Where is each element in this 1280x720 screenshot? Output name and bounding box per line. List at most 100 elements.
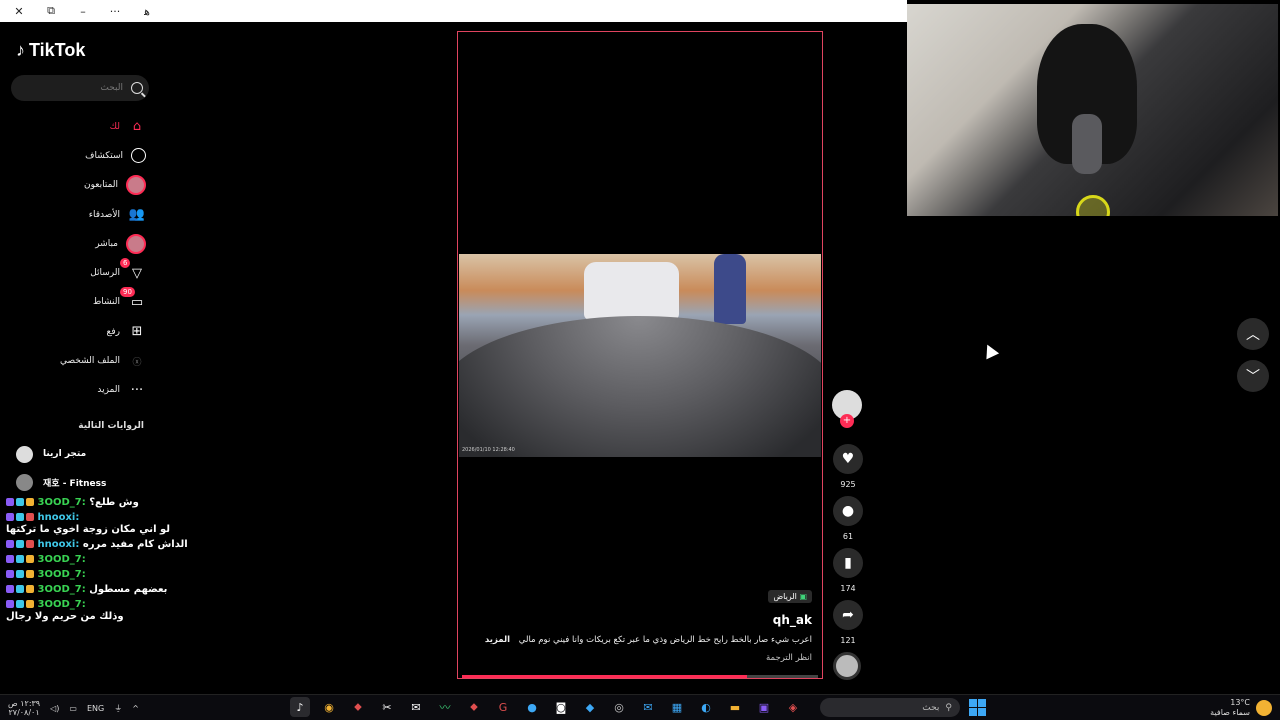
video-caption: اعرب شيء صار بالخط رايح خط الرياض وذي ما… xyxy=(467,635,812,645)
upload-icon: ⊞ xyxy=(131,324,143,340)
reader-icon[interactable]: ﻫ xyxy=(138,5,156,18)
stream-chat-overlay: 3OOD_7: وش طلع؟ hnooxi: لو اني مكان زوجة… xyxy=(6,497,206,626)
minimize-icon[interactable]: – xyxy=(74,5,92,18)
restore-icon[interactable]: ⧉ xyxy=(42,4,60,18)
bookmark-icon[interactable]: ▮ xyxy=(833,548,863,578)
video-person xyxy=(714,254,746,324)
comment-icon[interactable]: ● xyxy=(833,496,863,526)
chat-username: 3OOD_7: xyxy=(37,497,86,508)
chrome-icon[interactable]: ◉ xyxy=(319,697,339,717)
share-action[interactable]: ➦ 121 xyxy=(832,600,864,645)
close-icon[interactable]: ✕ xyxy=(10,5,28,18)
tray-chevron-up-icon[interactable]: ^ xyxy=(132,704,139,713)
mic-icon[interactable]: ⏚ xyxy=(114,703,122,714)
comment-count: 61 xyxy=(842,532,854,541)
search-placeholder: البحث xyxy=(100,83,123,93)
action-column: + ♥ 925 ● 61 ▮ 174 ➦ 121 xyxy=(832,390,864,680)
nav-item-following[interactable]: المتابعون xyxy=(0,171,146,200)
outlook-icon[interactable]: ✉ xyxy=(638,697,658,717)
nav-item-friends[interactable]: الأصدقاء 👥 xyxy=(0,200,146,229)
following-account[interactable]: متجر ارينا xyxy=(16,444,156,464)
friends-icon: 👥 xyxy=(128,207,146,223)
nav-item-explore[interactable]: استكشاف xyxy=(0,141,146,170)
nav-item-messages[interactable]: الرسائل ▽ 6 xyxy=(0,258,146,287)
window-titlebar: ✕ ⧉ – ··· ﻫ xyxy=(0,0,907,22)
clock-time: ١٢:٣٩ ص xyxy=(8,699,41,708)
save-action[interactable]: ▮ 174 xyxy=(832,548,864,593)
nav-item-for-you[interactable]: لك ⌂ xyxy=(0,112,146,141)
tiktok-note-icon: ♪ xyxy=(16,40,25,60)
chat-text: وش طلع؟ xyxy=(89,497,139,508)
more-icon: ··· xyxy=(130,382,144,398)
teams-icon[interactable]: ▣ xyxy=(754,697,774,717)
location-label: الرياض xyxy=(773,592,797,601)
google-icon[interactable]: G xyxy=(493,697,513,717)
capcut-icon[interactable]: ✂ xyxy=(377,697,397,717)
nav-item-activity[interactable]: النشاط ▭ 90 xyxy=(0,287,146,317)
location-pin-icon: ▣ xyxy=(799,592,807,601)
see-translation-link[interactable]: انظر الترجمة xyxy=(766,653,812,663)
following-account[interactable]: 재호 - Fitness xyxy=(16,472,156,492)
home-icon: ⌂ xyxy=(132,119,142,135)
comment-action[interactable]: ● 61 xyxy=(832,496,864,541)
chat-text: بعضهم مسطول xyxy=(89,584,168,595)
copilot-icon[interactable]: ◈ xyxy=(783,697,803,717)
chat-app-icon[interactable]: ● xyxy=(522,697,542,717)
video-car xyxy=(584,262,679,320)
nav-item-more[interactable]: المزيد ··· xyxy=(0,376,146,405)
tiktok-logo[interactable]: ♪ TikTok xyxy=(16,40,85,61)
share-icon[interactable]: ➦ xyxy=(833,600,863,630)
chat-message: 3OOD_7: xyxy=(6,554,206,566)
chat-badges xyxy=(6,513,34,521)
network-icon[interactable]: ▭ xyxy=(69,704,77,713)
following-section-title: الروايات التالية xyxy=(78,421,144,431)
caption-more-button[interactable]: المزيد xyxy=(485,635,510,645)
creator-avatar[interactable]: + xyxy=(832,390,862,428)
clock[interactable]: ١٢:٣٩ ص ٢٧/٠٨/٠١ xyxy=(8,699,40,717)
account-avatar xyxy=(16,473,33,491)
follow-plus-icon[interactable]: + xyxy=(840,414,854,428)
pinned-apps: ♪ ◉ ⬥ ✂ ✉ 〰 ⬥ G ● ◙ ◆ ◎ ✉ ▦ ◐ ▬ ▣ ◈ xyxy=(290,697,803,717)
start-button[interactable] xyxy=(969,699,986,716)
search-icon[interactable] xyxy=(131,82,143,94)
folder-icon[interactable]: ▬ xyxy=(725,697,745,717)
taskbar-search[interactable]: بحث ⚲ xyxy=(820,698,960,717)
chat-message: hnooxi: لو اني مكان زوجة اخوي ما تركتها xyxy=(6,512,206,536)
nav-label: رفع xyxy=(106,326,120,337)
account-name: متجر ارينا xyxy=(43,449,87,459)
heart-icon[interactable]: ♥ xyxy=(833,444,863,474)
vscode-icon[interactable]: ◆ xyxy=(580,697,600,717)
nav-label: مباشر xyxy=(95,238,118,249)
map-pin-icon[interactable]: ⬥ xyxy=(464,697,484,717)
pin-app-icon[interactable]: ⬥ xyxy=(348,697,368,717)
language-indicator[interactable]: ENG xyxy=(87,704,104,713)
video-author[interactable]: qh_ak xyxy=(773,613,812,627)
nav-label: لك xyxy=(109,121,120,132)
mail-app-icon[interactable]: ✉ xyxy=(406,697,426,717)
voice-app-icon[interactable]: 〰 xyxy=(435,697,455,717)
chat-message: 3OOD_7: بعضهم مسطول xyxy=(6,584,206,596)
video-progress-bar[interactable] xyxy=(462,675,818,678)
edge-icon[interactable]: ◐ xyxy=(696,697,716,717)
store-icon[interactable]: ▦ xyxy=(667,697,687,717)
previous-video-button[interactable]: ︿ xyxy=(1237,318,1269,350)
next-video-button[interactable]: ﹀ xyxy=(1237,360,1269,392)
nav-item-profile[interactable]: الملف الشخصي ⓧ xyxy=(0,346,146,375)
search-input[interactable]: البحث xyxy=(11,75,149,101)
nav-item-live[interactable]: مباشر xyxy=(0,229,146,258)
volume-icon[interactable]: ◁) xyxy=(50,704,59,713)
music-disc-icon[interactable] xyxy=(833,652,861,680)
nav-label: الأصدقاء xyxy=(88,209,120,220)
obs-icon[interactable]: ◎ xyxy=(609,697,629,717)
like-action[interactable]: ♥ 925 xyxy=(832,444,864,489)
location-tag[interactable]: الرياض ▣ xyxy=(768,590,812,603)
chat-message: 3OOD_7: xyxy=(6,569,206,581)
tiktok-app-icon[interactable]: ♪ xyxy=(290,697,310,717)
nav-item-upload[interactable]: رفع ⊞ xyxy=(0,317,146,346)
video-player[interactable]: 2026/01/10 12:28:40 الرياض ▣ qh_ak اعرب … xyxy=(457,31,823,679)
more-options-icon[interactable]: ··· xyxy=(106,5,124,18)
weather-widget[interactable]: 13°C سماء صافية xyxy=(1210,698,1272,718)
messages-badge: 6 xyxy=(120,258,131,269)
video-frame[interactable]: 2026/01/10 12:28:40 xyxy=(459,254,821,457)
discord-icon[interactable]: ◙ xyxy=(551,697,571,717)
